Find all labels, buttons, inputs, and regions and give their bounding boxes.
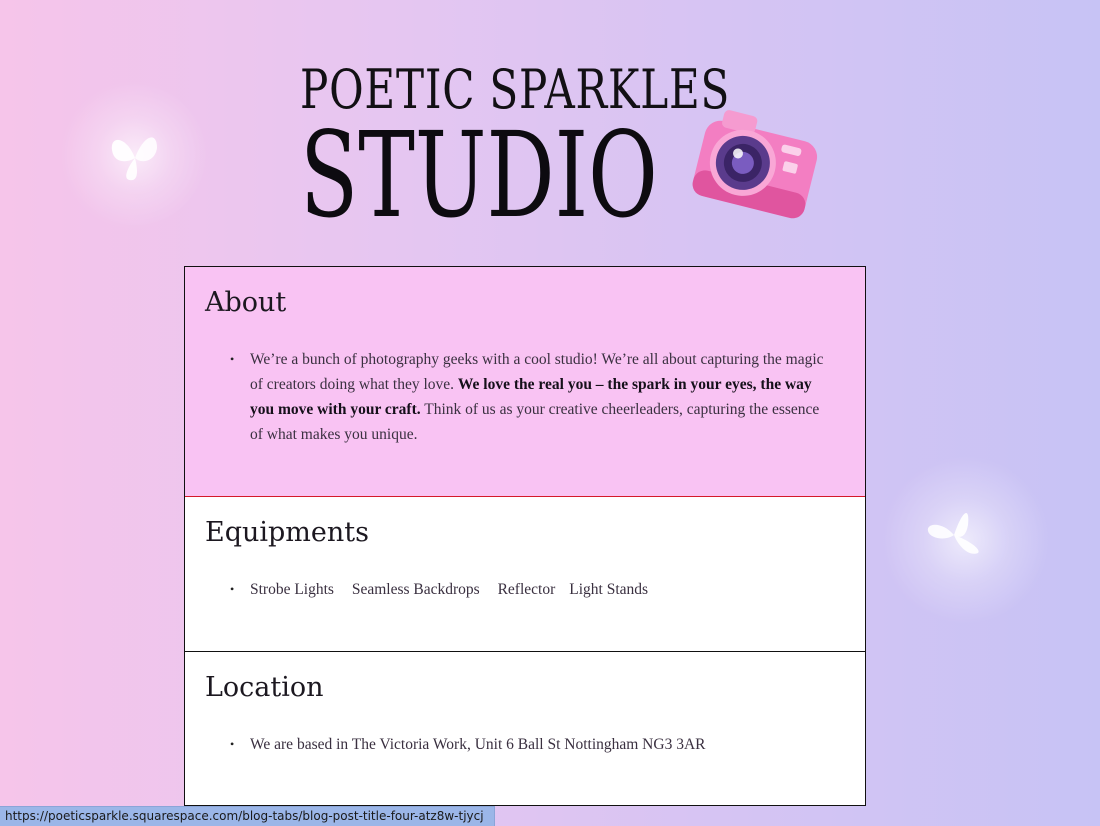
status-bar-url: https://poeticsparkle.squarespace.com/bl… — [0, 806, 495, 826]
butterfly-icon — [111, 137, 157, 181]
location-text: We are based in The Victoria Work, Unit … — [230, 732, 705, 757]
about-section: About We’re a bunch of photography geeks… — [185, 267, 865, 497]
about-title: About — [205, 287, 287, 318]
logo-title-line2: STUDIO — [300, 106, 658, 244]
studio-info-panel: About We’re a bunch of photography geeks… — [184, 266, 866, 806]
about-text: We’re a bunch of photography geeks with … — [230, 347, 830, 447]
list-item: Strobe Lights Seamless Backdrops Reflect… — [230, 577, 648, 602]
equipment-item: Strobe Lights — [250, 581, 334, 598]
about-list: We’re a bunch of photography geeks with … — [230, 347, 830, 447]
equipments-section: Equipments Strobe Lights Seamless Backdr… — [185, 497, 865, 652]
location-title: Location — [205, 672, 324, 703]
equipment-item: Reflector — [497, 581, 556, 598]
camera-icon — [692, 110, 818, 219]
equipment-item: Light Stands — [569, 581, 649, 598]
butterfly-icon — [927, 512, 979, 554]
equipments-title: Equipments — [205, 517, 369, 548]
site-logo[interactable]: POETIC SPARKLES STUDIO — [300, 58, 840, 238]
location-section: Location We are based in The Victoria Wo… — [185, 652, 865, 805]
equipments-list: Strobe Lights Seamless Backdrops Reflect… — [230, 577, 648, 602]
location-list: We are based in The Victoria Work, Unit … — [230, 732, 705, 757]
equipment-item: Seamless Backdrops — [351, 581, 480, 598]
